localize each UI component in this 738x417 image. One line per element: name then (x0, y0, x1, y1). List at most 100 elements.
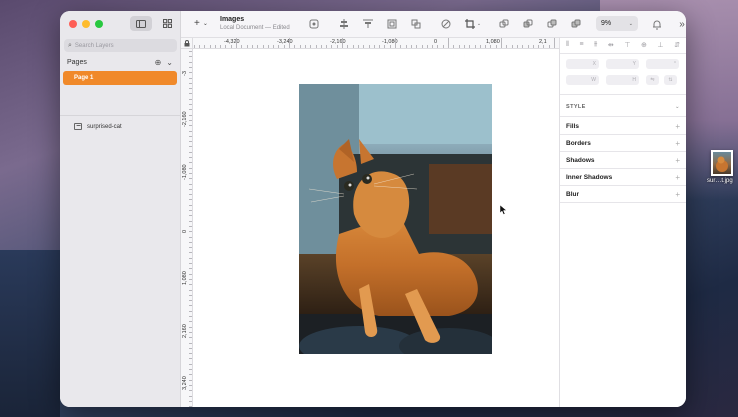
ruler-tick (189, 82, 192, 84)
ruler-left-label: 2,160 (182, 324, 188, 338)
ruler-top-label: 1,080 (486, 39, 500, 45)
window-controls (69, 20, 103, 28)
flatten-icon[interactable] (409, 17, 423, 31)
fills-section[interactable]: Fills + (566, 122, 680, 131)
borders-section[interactable]: Borders + (566, 139, 680, 148)
ruler-tick (189, 151, 192, 153)
ruler-tick (189, 400, 192, 402)
blur-section[interactable]: Blur + (566, 190, 680, 199)
scale-icon[interactable] (385, 17, 399, 31)
ruler-tick (189, 257, 192, 259)
layer-item[interactable]: surprised-cat (74, 123, 122, 130)
distribute-vertical-icon[interactable]: ⇵ (674, 41, 680, 49)
page-item-label: Page 1 (74, 75, 94, 81)
bell-icon[interactable] (650, 17, 664, 31)
image-icon (74, 123, 82, 130)
components-view-icon[interactable] (156, 16, 178, 31)
width-field[interactable]: W (566, 75, 599, 85)
align-left-icon[interactable]: ⫴ (566, 41, 569, 49)
layers-view-icon[interactable] (130, 16, 152, 31)
add-page-icon[interactable]: ⊕ (155, 58, 162, 67)
ruler-tick (368, 45, 370, 48)
ruler-tick (501, 38, 502, 48)
close-window-button[interactable] (69, 20, 77, 28)
align-middle-icon[interactable]: ⊕ (641, 41, 647, 49)
style-header[interactable]: STYLE ⌄ (566, 104, 680, 110)
shadows-section[interactable]: Shadows + (566, 156, 680, 165)
ruler-tick (538, 45, 540, 48)
symbol-icon[interactable] (307, 17, 321, 31)
crop-icon[interactable]: ⌄ (463, 17, 483, 31)
ruler-tick (204, 45, 206, 48)
add-border-icon[interactable]: + (675, 139, 680, 148)
distribute-icon[interactable] (361, 17, 375, 31)
ruler-lock-icon[interactable] (181, 38, 193, 49)
canvas[interactable] (193, 49, 559, 407)
flip-horizontal-icon[interactable]: ⇋ (646, 75, 659, 85)
ruler-tick (189, 119, 192, 121)
ruler-tick (189, 358, 192, 360)
ruler-tick (236, 38, 237, 48)
vertical-ruler[interactable]: -3 -2,160 -1,080 0 1,080 2,160 3,240 (181, 49, 193, 407)
y-field[interactable]: Y (606, 59, 639, 69)
blur-label: Blur (566, 191, 579, 198)
toolbar-actions: ⌄ (307, 17, 583, 31)
ruler-tick (437, 45, 439, 48)
ruler-tick (363, 45, 365, 48)
more-icon[interactable]: » (675, 17, 686, 31)
ruler-tick (189, 88, 192, 90)
ruler-tick (257, 45, 259, 48)
search-icon: ⌕ (68, 41, 72, 49)
pages-label: Pages (67, 59, 87, 66)
inner-shadows-section[interactable]: Inner Shadows + (566, 173, 680, 182)
ruler-tick (189, 194, 192, 196)
desktop-file-icon[interactable]: sur…t.jpg (707, 150, 738, 184)
app-window: ⌕ Search Layers Pages ⊕ ⌄ Page 1 surpris… (60, 11, 686, 407)
rotate-icon[interactable] (439, 17, 453, 31)
page-item-page-1[interactable]: Page 1 (63, 71, 177, 85)
ruler-left-label: 1,080 (182, 271, 188, 285)
add-fill-icon[interactable]: + (675, 122, 680, 131)
ruler-tick (357, 45, 359, 48)
ruler-tick (220, 45, 222, 48)
align-center-icon[interactable]: ≡ (580, 41, 584, 49)
chevron-down-icon: ⌄ (476, 21, 482, 27)
align-right-icon[interactable]: ⫵ (594, 41, 597, 49)
search-layers-field[interactable]: ⌕ Search Layers (64, 39, 177, 52)
collapse-pages-icon[interactable]: ⌄ (166, 58, 173, 67)
ruler-left-label: -1,080 (182, 164, 188, 180)
zoom-select[interactable]: 9% ⌄ (596, 16, 638, 31)
ruler-tick (283, 45, 285, 48)
ruler-tick (304, 45, 306, 48)
desktop-file-name: sur…t.jpg (707, 178, 733, 184)
horizontal-ruler[interactable]: -4,320 -3,240 -2,160 -1,080 0 1,080 2,1 (181, 38, 559, 49)
add-inner-shadow-icon[interactable]: + (675, 173, 680, 182)
align-top-icon[interactable]: ⊤ (624, 41, 630, 49)
flip-vertical-icon[interactable]: ⇅ (664, 75, 677, 85)
minimize-window-button[interactable] (82, 20, 90, 28)
ruler-tick (189, 61, 192, 63)
align-bottom-icon[interactable]: ⊥ (657, 41, 663, 49)
align-icon[interactable] (337, 17, 351, 31)
insert-button[interactable]: + ⌄ (194, 18, 208, 29)
difference-icon[interactable] (569, 17, 583, 31)
surprised-cat-image[interactable] (299, 84, 492, 354)
rotation-field[interactable]: ° (646, 59, 679, 69)
ruler-tick (189, 125, 192, 127)
add-shadow-icon[interactable]: + (675, 156, 680, 165)
distribute-horizontal-icon[interactable]: ⇹ (608, 41, 614, 49)
add-blur-icon[interactable]: + (675, 190, 680, 199)
zoom-window-button[interactable] (95, 20, 103, 28)
subtract-icon[interactable] (521, 17, 535, 31)
chevron-down-icon: ⌄ (628, 20, 633, 27)
height-field[interactable]: H (606, 75, 639, 85)
ruler-tick (352, 45, 354, 48)
union-icon[interactable] (497, 17, 511, 31)
ruler-tick (189, 268, 192, 270)
ruler-tick (554, 38, 555, 48)
x-field[interactable]: X (566, 59, 599, 69)
ruler-tick (189, 321, 192, 323)
intersect-icon[interactable] (545, 17, 559, 31)
ruler-tick (193, 45, 195, 48)
ruler-tick (189, 369, 192, 370)
